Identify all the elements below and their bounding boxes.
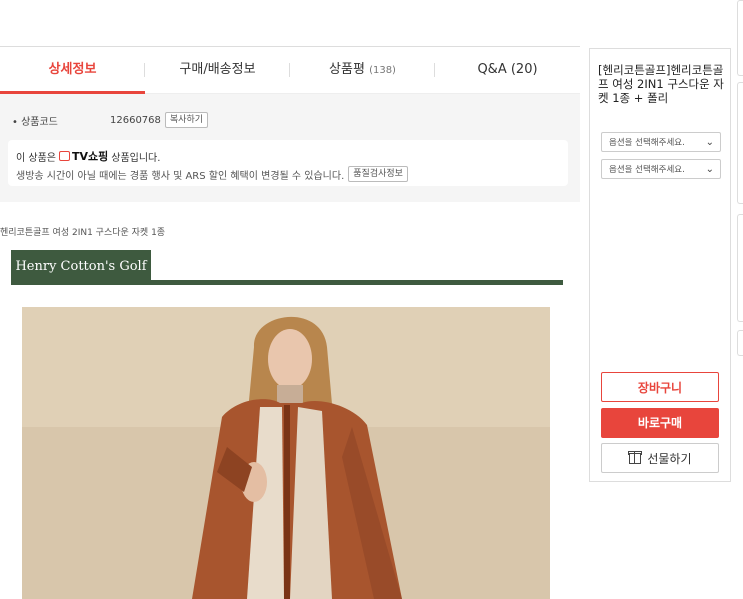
product-code-value: 12660768 xyxy=(110,114,161,126)
review-count: (138) xyxy=(369,65,396,76)
add-to-cart-button[interactable]: 장바구니 xyxy=(601,372,719,402)
tab-purchase-shipping[interactable]: 구매/배송정보 xyxy=(145,47,290,93)
tab-label: 상세정보 xyxy=(48,62,97,77)
product-code-row: • 상품코드 12660768 복사하기 xyxy=(12,112,209,128)
product-name: [헨리코튼골프]헨리코튼골프 여성 2IN1 구스다운 자켓 1종 + 폴리 xyxy=(598,63,724,105)
product-title-line: 헨리코튼골프 여성 2IN1 구스다운 자켓 1종 xyxy=(0,228,166,238)
tv-shopping-logo: TV쇼핑 xyxy=(58,148,109,164)
option-select-2[interactable]: 옵션을 선택해주세요. ⌄ xyxy=(601,159,721,179)
side-widget-edge[interactable] xyxy=(737,0,743,76)
chevron-down-icon: ⌄ xyxy=(705,164,714,175)
option-select-1-label: 옵션을 선택해주세요. xyxy=(609,138,685,148)
broadcast-notice: 생방송 시간이 아닐 때에는 경품 행사 및 ARS 할인 혜택이 변경될 수 … xyxy=(16,170,345,182)
option-select-2-label: 옵션을 선택해주세요. xyxy=(609,165,685,175)
broadcast-notice-row: 생방송 시간이 아닐 때에는 경품 행사 및 ARS 할인 혜택이 변경될 수 … xyxy=(16,166,408,182)
tab-label: Q&A (20) xyxy=(477,62,538,77)
product-info-box: • 상품코드 12660768 복사하기 이 상품은 TV쇼핑 상품입니다. 생… xyxy=(0,94,580,202)
buy-now-button[interactable]: 바로구매 xyxy=(601,408,719,438)
brand-banner-label: Henry Cotton's Golf xyxy=(11,250,151,284)
gift-icon xyxy=(627,451,642,464)
option-select-1[interactable]: 옵션을 선택해주세요. ⌄ xyxy=(601,132,721,152)
tv-notice: 이 상품은 TV쇼핑 상품입니다. xyxy=(16,148,160,164)
tab-label: 상품평 xyxy=(329,62,365,77)
quality-inspection-button[interactable]: 품질검사정보 xyxy=(348,166,408,182)
side-widget-edge[interactable] xyxy=(737,82,743,204)
gift-button[interactable]: 선물하기 xyxy=(601,443,719,473)
tab-reviews[interactable]: 상품평 (138) xyxy=(290,47,435,93)
tab-qna[interactable]: Q&A (20) xyxy=(435,47,580,93)
tv-shopping-icon xyxy=(58,151,70,161)
tv-brand-label: TV쇼핑 xyxy=(71,150,109,163)
copy-button[interactable]: 복사하기 xyxy=(164,112,209,128)
product-photo xyxy=(22,307,550,599)
purchase-panel: [헨리코튼골프]헨리코튼골프 여성 2IN1 구스다운 자켓 1종 + 폴리 옵… xyxy=(589,48,731,482)
tv-notice-prefix: 이 상품은 xyxy=(16,152,56,164)
model-photo-illustration xyxy=(22,307,550,599)
tv-notice-box: 이 상품은 TV쇼핑 상품입니다. 생방송 시간이 아닐 때에는 경품 행사 및… xyxy=(8,140,568,186)
chevron-down-icon: ⌄ xyxy=(705,137,714,148)
product-code-label: • 상품코드 xyxy=(12,116,58,128)
side-widget-edge[interactable] xyxy=(737,330,743,356)
tab-label: 구매/배송정보 xyxy=(179,62,256,77)
product-detail-main: 상세정보 구매/배송정보 상품평 (138) Q&A (20) • 상품코드 1… xyxy=(0,0,580,599)
gift-button-label: 선물하기 xyxy=(647,452,692,466)
tab-details[interactable]: 상세정보 xyxy=(0,47,145,94)
side-widget-edge[interactable] xyxy=(737,214,743,322)
detail-tabs: 상세정보 구매/배송정보 상품평 (138) Q&A (20) xyxy=(0,47,580,94)
brand-banner: Henry Cotton's Golf xyxy=(11,250,563,286)
tv-notice-suffix: 상품입니다. xyxy=(111,152,161,164)
